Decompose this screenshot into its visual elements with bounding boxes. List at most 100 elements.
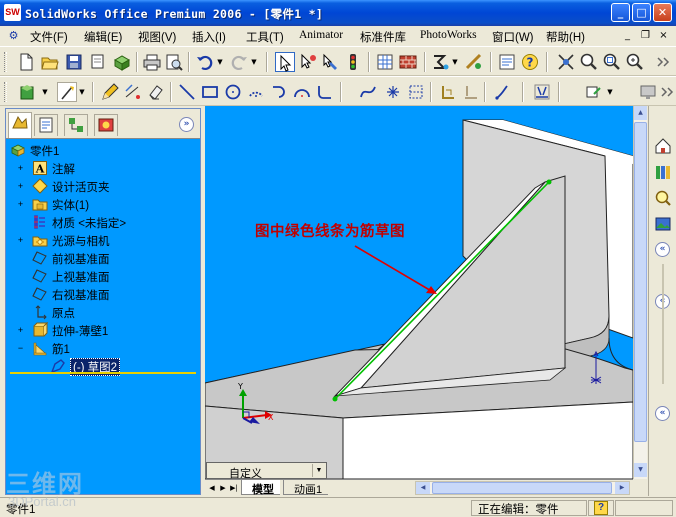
expand-toggle[interactable]: + (16, 236, 25, 245)
configuration-dropdown[interactable]: 自定义 ▼ (206, 462, 327, 480)
mdi-minimize-button[interactable]: _ (620, 29, 635, 43)
tree-item-thin-extrude[interactable]: + 拉伸-薄壁1 (6, 321, 200, 339)
tab-property-manager[interactable] (34, 114, 58, 136)
sketch-toggle-icon[interactable] (57, 82, 77, 102)
tree-item-rib[interactable]: − 筋1 (6, 339, 200, 357)
rebuild-icon[interactable] (320, 52, 340, 72)
close-button[interactable]: ✕ (653, 3, 672, 22)
menu-file[interactable]: 文件(F) (30, 29, 68, 45)
save-icon[interactable] (64, 52, 84, 72)
scroll-up-icon[interactable]: ▲ (634, 106, 647, 120)
zoom-in-out-icon[interactable] (625, 52, 645, 72)
minimize-button[interactable]: _ (611, 3, 630, 22)
print-preview-magnify-icon[interactable] (164, 52, 184, 72)
measure-icon[interactable] (464, 52, 484, 72)
toolbar-overflow-icon[interactable] (658, 82, 674, 102)
sketch-endpoint-top[interactable] (546, 179, 552, 185)
evaluate-dropdown-icon[interactable]: ▼ (451, 52, 459, 72)
vertical-scrollbar[interactable]: ▲ ▼ (633, 106, 647, 479)
spline-tool-icon[interactable] (358, 82, 378, 102)
maximize-button[interactable]: □ (632, 3, 651, 22)
vertical-scroll-thumb[interactable] (634, 122, 647, 442)
toolbar-grip[interactable] (4, 52, 7, 72)
sketch-endpoint-bottom[interactable] (332, 396, 338, 402)
rollback-bar[interactable] (10, 372, 196, 374)
zoom-area-icon[interactable] (602, 52, 622, 72)
graphics-area[interactable]: Y X 图中绿色线条为筋草图 (205, 106, 633, 479)
collapse-panel-button[interactable]: » (179, 117, 194, 132)
rectangle-tool-icon[interactable] (200, 82, 220, 102)
sketch-mode-dropdown-icon[interactable]: ▼ (41, 82, 49, 102)
toolbar-overflow-icon[interactable] (654, 52, 674, 72)
line-tool-icon[interactable] (177, 82, 197, 102)
properties-icon[interactable] (497, 52, 517, 72)
redo-dropdown-icon[interactable]: ▼ (250, 52, 258, 72)
tree-item-design-binder[interactable]: + 设计活页夹 (6, 177, 200, 195)
eraser-icon[interactable] (146, 82, 166, 102)
tree-item-annotations[interactable]: + A 注解 (6, 159, 200, 177)
tree-item-solid-bodies[interactable]: + 实体(1) (6, 195, 200, 213)
expand-toggle[interactable]: − (16, 344, 25, 353)
grid-options-icon[interactable] (375, 52, 395, 72)
tree-item-top-plane[interactable]: 上视基准面 (6, 267, 200, 285)
tab-photoworks[interactable] (94, 114, 118, 136)
chevron-down-icon[interactable]: ▼ (312, 464, 325, 477)
quick-tips-help-icon[interactable]: ? (594, 501, 608, 515)
design-library-icon[interactable] (653, 162, 673, 182)
tab-model[interactable]: 模型 (241, 480, 280, 496)
sketch-block-dropdown-icon[interactable]: ▼ (606, 82, 614, 102)
tangent-arc-icon[interactable] (269, 82, 289, 102)
menu-edit[interactable]: 编辑(E) (84, 29, 122, 45)
tab-nav-prev-icon[interactable]: ◀ (207, 482, 217, 494)
menu-insert[interactable]: 插入(I) (192, 29, 226, 45)
tab-animation1[interactable]: 动画1 (283, 480, 329, 496)
tree-item-front-plane[interactable]: 前视基准面 (6, 249, 200, 267)
solidworks-resources-icon[interactable] (653, 136, 673, 156)
tree-item-lights-cameras[interactable]: + 光源与相机 (6, 231, 200, 249)
tab-nav-last-icon[interactable]: ▶| (229, 482, 239, 494)
sketch-mode-icon[interactable] (18, 82, 38, 102)
open-file-icon[interactable] (40, 52, 60, 72)
new-file-icon[interactable] (16, 52, 36, 72)
monitor-icon[interactable] (638, 82, 658, 102)
menu-window[interactable]: 窗口(W) (492, 29, 534, 45)
zoom-to-fit-icon[interactable] (579, 52, 599, 72)
menu-animator[interactable]: Animator (299, 29, 343, 41)
toolbar-grip[interactable] (4, 82, 7, 102)
tree-item-origin[interactable]: 原点 (6, 303, 200, 321)
expand-toggle[interactable]: + (16, 326, 25, 335)
view-palette-icon[interactable] (653, 214, 673, 234)
sum-evaluate-icon[interactable] (430, 52, 450, 72)
horizontal-scrollbar[interactable]: ◀ ▶ (415, 481, 630, 495)
print-icon[interactable] (142, 52, 162, 72)
mdi-restore-button[interactable]: ❐ (638, 29, 653, 43)
select-other-icon[interactable] (298, 52, 318, 72)
menu-toolbox[interactable]: 标准件库 (360, 29, 406, 45)
repair-sketch-icon[interactable] (492, 82, 512, 102)
circle-tool-icon[interactable] (223, 82, 243, 102)
make-drawing-icon[interactable] (112, 52, 132, 72)
file-explorer-icon[interactable] (653, 188, 673, 208)
menu-photoworks[interactable]: PhotoWorks (420, 29, 477, 41)
tree-item-material[interactable]: 材质 <未指定> (6, 213, 200, 231)
add-relation-icon[interactable] (438, 82, 458, 102)
view-orientation-icon[interactable] (556, 52, 576, 72)
solidworks-app-icon[interactable]: SW (4, 4, 21, 21)
help-icon[interactable]: ? (520, 52, 540, 72)
undo-icon[interactable] (195, 52, 215, 72)
horizontal-scroll-thumb[interactable] (432, 482, 612, 494)
brick-wall-icon[interactable] (398, 52, 418, 72)
scroll-down-icon[interactable]: ▼ (634, 463, 647, 477)
task-pane-collapse-icon[interactable]: « (655, 406, 670, 421)
expand-toggle[interactable]: + (16, 200, 25, 209)
scroll-left-icon[interactable]: ◀ (416, 482, 430, 494)
display-relations-icon[interactable] (461, 82, 481, 102)
mirror-entities-icon[interactable] (532, 82, 552, 102)
expand-toggle[interactable]: + (16, 164, 25, 173)
menu-view[interactable]: 视图(V) (138, 29, 176, 45)
scroll-right-icon[interactable]: ▶ (615, 482, 629, 494)
construction-geometry-icon[interactable] (406, 82, 426, 102)
smart-dimension-icon[interactable] (123, 82, 143, 102)
menu-tools[interactable]: 工具(T) (246, 29, 284, 45)
traffic-light-icon[interactable] (343, 52, 363, 72)
